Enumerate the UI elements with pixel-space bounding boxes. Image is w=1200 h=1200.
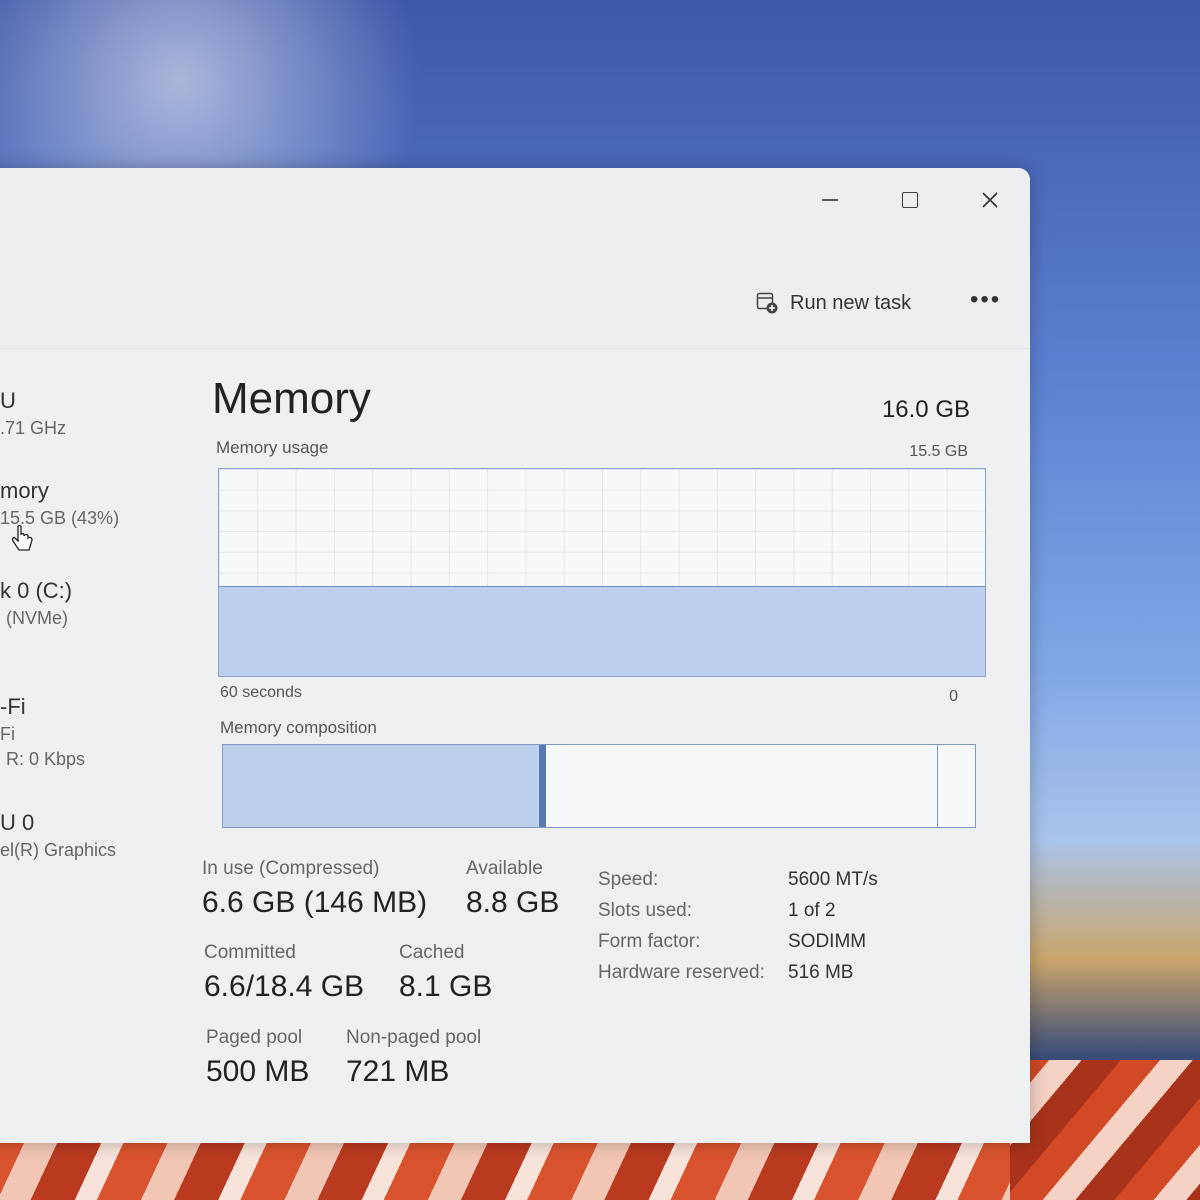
composition-modified-segment <box>538 745 547 827</box>
close-button[interactable] <box>970 182 1010 216</box>
stat-paged-pool: Paged pool 500 MB <box>206 1027 309 1089</box>
spec-key: Form factor: <box>598 931 701 952</box>
maximize-button[interactable] <box>890 182 930 216</box>
sidebar-item-disk[interactable]: k 0 (C:) (NVMe) <box>0 578 195 629</box>
sidebar-item-title: U <box>0 388 16 413</box>
minimize-button[interactable] <box>810 182 850 216</box>
stat-value: 6.6 GB (146 MB) <box>202 886 428 919</box>
memory-usage-max: 15.5 GB <box>909 443 968 460</box>
sidebar-item-title: U 0 <box>0 810 35 835</box>
sidebar-item-wifi[interactable]: -Fi Fi R: 0 Kbps <box>0 694 195 770</box>
memory-usage-graph <box>218 468 986 677</box>
task-manager-window: Run new task ••• U .71 GHz mory 15.5 GB … <box>0 168 1030 1143</box>
stat-value: 721 MB <box>346 1055 450 1088</box>
memory-composition-bar <box>222 744 976 828</box>
stat-in-use: In use (Compressed) 6.6 GB (146 MB) <box>202 858 427 920</box>
sidebar-item-cpu[interactable]: U .71 GHz <box>0 388 195 439</box>
stat-value: 8.1 GB <box>399 970 493 1003</box>
memory-total: 16.0 GB <box>881 396 970 423</box>
memory-usage-area <box>219 586 985 676</box>
stat-non-paged-pool: Non-paged pool 721 MB <box>346 1027 481 1089</box>
stat-label: In use (Compressed) <box>202 858 380 879</box>
spec-key: Hardware reserved: <box>598 962 765 983</box>
spec-key: Speed: <box>598 869 659 890</box>
maximize-icon <box>902 192 918 209</box>
stat-value: 8.8 GB <box>466 886 560 919</box>
performance-sidebar: U .71 GHz mory 15.5 GB (43%) k 0 (C:) (N… <box>0 348 195 1143</box>
graph-axis-left: 60 seconds <box>220 684 302 701</box>
memory-specs: Speed: 5600 MT/s Slots used: 1 of 2 Form… <box>598 869 978 993</box>
sidebar-item-throughput: R: 0 Kbps <box>6 749 86 769</box>
memory-usage-label: Memory usage <box>216 438 329 457</box>
spec-value: 516 MB <box>788 962 854 983</box>
more-options-button[interactable]: ••• <box>970 286 1001 314</box>
spec-row-speed: Speed: 5600 MT/s <box>598 869 978 900</box>
spec-row-slots: Slots used: 1 of 2 <box>598 900 978 931</box>
sidebar-item-memory[interactable]: mory 15.5 GB (43%) <box>0 478 195 529</box>
stat-value: 500 MB <box>206 1055 310 1088</box>
sidebar-item-gpu[interactable]: U 0 el(R) Graphics <box>0 810 195 861</box>
sidebar-item-subtitle: Fi <box>0 724 15 744</box>
memory-composition-label: Memory composition <box>220 718 377 737</box>
stat-value: 6.6/18.4 GB <box>204 970 365 1003</box>
composition-in-use-segment <box>223 745 539 827</box>
spec-key: Slots used: <box>598 900 692 921</box>
sidebar-item-subtitle: (NVMe) <box>6 608 68 628</box>
spec-value: 1 of 2 <box>788 900 836 921</box>
spec-row-hardware-reserved: Hardware reserved: 516 MB <box>598 962 978 993</box>
sidebar-item-title: mory <box>0 478 49 503</box>
spec-row-form-factor: Form factor: SODIMM <box>598 931 978 962</box>
spec-value: SODIMM <box>788 931 867 952</box>
stat-label: Non-paged pool <box>346 1027 482 1048</box>
stat-label: Cached <box>399 942 465 963</box>
title-bar <box>0 168 1030 256</box>
wallpaper-swirl-right <box>1010 1060 1200 1200</box>
stat-label: Paged pool <box>206 1027 303 1048</box>
run-new-task-button[interactable]: Run new task <box>756 288 911 318</box>
minimize-icon <box>822 199 838 201</box>
run-task-icon <box>756 292 778 314</box>
stat-label: Committed <box>204 942 296 963</box>
sidebar-item-title: -Fi <box>0 694 26 719</box>
stat-label: Available <box>466 858 543 879</box>
memory-panel: Memory 16.0 GB Memory usage 15.5 GB 60 s… <box>202 348 1002 1143</box>
run-new-task-label: Run new task <box>790 291 912 314</box>
stat-available: Available 8.8 GB <box>466 858 559 920</box>
stat-cached: Cached 8.1 GB <box>399 942 492 1004</box>
toolbar: Run new task ••• <box>0 256 1030 349</box>
mouse-cursor-icon <box>11 525 33 551</box>
graph-axis-right: 0 <box>949 688 958 705</box>
sidebar-item-subtitle: .71 GHz <box>0 418 67 438</box>
composition-free-divider <box>937 745 939 827</box>
sidebar-item-title: k 0 (C:) <box>0 578 73 603</box>
page-title: Memory <box>212 374 371 423</box>
spec-value: 5600 MT/s <box>788 869 878 890</box>
stat-committed: Committed 6.6/18.4 GB <box>204 942 364 1004</box>
sidebar-item-subtitle: el(R) Graphics <box>0 840 117 860</box>
close-icon <box>982 192 998 208</box>
